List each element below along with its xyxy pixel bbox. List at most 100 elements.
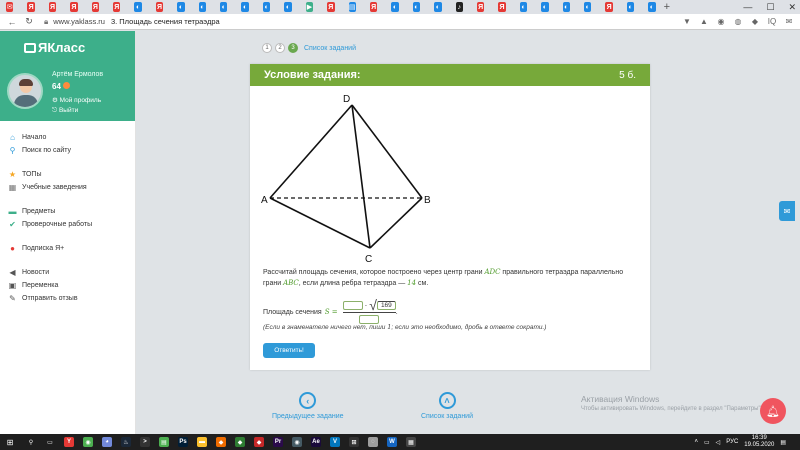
yaklass-icon[interactable]: ◐ xyxy=(412,2,421,12)
calculator-icon[interactable]: ▦ xyxy=(406,437,416,447)
prev-task-nav[interactable]: ‹ Предыдущее задание xyxy=(272,392,344,420)
language-indicator[interactable]: РУС xyxy=(726,439,738,445)
yandex-icon[interactable]: Я xyxy=(113,2,121,12)
yandex-icon[interactable]: Я xyxy=(476,2,485,12)
chevron-up-icon[interactable]: ˄ xyxy=(438,392,456,409)
notifications-icon[interactable]: ▤ xyxy=(780,439,786,446)
yaklass-icon[interactable]: ◐ xyxy=(262,2,271,12)
extension-icon[interactable]: ◍ xyxy=(733,16,743,26)
task-view-icon[interactable]: ▭ xyxy=(45,437,55,447)
notepad-icon[interactable]: ▤ xyxy=(159,437,169,447)
extension-icon[interactable]: IQ xyxy=(767,16,777,26)
step-2[interactable]: 2 xyxy=(275,43,285,53)
steam-icon[interactable]: ♨ xyxy=(121,437,131,447)
app-icon[interactable]: ◉ xyxy=(292,437,302,447)
sidebar-item-10[interactable]: ✎ Отправить отзыв xyxy=(0,292,136,305)
sidebar-item-9[interactable]: ▣ Переменка xyxy=(0,279,136,292)
folder-icon[interactable]: ▬ xyxy=(197,437,207,447)
premiere-icon[interactable]: Pr xyxy=(273,437,283,447)
discord-icon[interactable]: ◕ xyxy=(102,437,112,447)
back-icon[interactable]: ← xyxy=(7,17,17,27)
photoshop-icon[interactable]: Ps xyxy=(178,437,188,447)
yandex-icon[interactable]: Я xyxy=(327,2,335,12)
refresh-icon[interactable]: ↻ xyxy=(24,16,34,27)
sidebar-item-3[interactable]: ★ ТОПы xyxy=(0,168,136,181)
sqrt-input[interactable]: 169 xyxy=(376,300,396,310)
extension-icon[interactable]: ◉ xyxy=(716,16,726,26)
word-icon[interactable]: W xyxy=(387,437,397,447)
yaklass-icon[interactable]: ◐ xyxy=(198,2,207,12)
close-icon[interactable]: ✕ xyxy=(788,2,796,13)
sidebar-item-2[interactable]: ⚲ Поиск по сайту xyxy=(0,144,136,157)
yaklass-icon[interactable]: ▶ xyxy=(305,2,314,12)
yandex-icon[interactable]: Я xyxy=(369,2,378,12)
submit-button[interactable]: Ответить! xyxy=(263,343,315,358)
profile-link[interactable]: ⚙ Мой профиль xyxy=(52,96,101,104)
clock[interactable]: 16:39 19.05.2020 xyxy=(744,435,774,449)
yandex-icon[interactable]: Я xyxy=(155,2,164,12)
yandex-icon[interactable]: Я xyxy=(70,2,78,12)
notification-bell-icon[interactable]: 🔔︎ xyxy=(760,398,786,424)
user-name[interactable]: Артём Ермолов xyxy=(52,71,103,78)
yaklass-icon[interactable]: ◐ xyxy=(541,2,549,12)
yandex-icon[interactable]: Я xyxy=(498,2,506,12)
sidebar-item-4[interactable]: ▦ Учебные заведения xyxy=(0,181,136,194)
extension-icon[interactable]: ✉ xyxy=(784,16,794,26)
feedback-side-tab-icon[interactable]: ✉ xyxy=(779,201,795,221)
maximize-icon[interactable]: ☐ xyxy=(766,2,774,13)
chrome-icon[interactable]: ◉ xyxy=(83,437,93,447)
yaklass-icon[interactable]: ◐ xyxy=(284,2,292,12)
yaklass-icon[interactable]: ◐ xyxy=(562,2,570,12)
avatar[interactable] xyxy=(7,73,43,109)
vscode-icon[interactable]: V xyxy=(330,437,340,447)
logo[interactable]: ЯКласс xyxy=(24,40,85,55)
extension-icon[interactable]: ▼ xyxy=(682,16,692,26)
minimize-icon[interactable]: — xyxy=(743,2,752,12)
after-effects-icon[interactable]: Ae xyxy=(311,437,321,447)
task-list-bottom-link[interactable]: Список заданий xyxy=(421,413,473,420)
app-icon[interactable]: ⊞ xyxy=(349,437,359,447)
task-list-nav[interactable]: ˄ Список заданий xyxy=(421,392,473,420)
yandex-icon[interactable]: Я xyxy=(27,2,35,12)
url-field[interactable]: www.yaklass.ru 3. Площадь сечения тетраэд… xyxy=(53,17,219,26)
yandex-icon[interactable]: Я xyxy=(605,2,613,12)
volume-icon[interactable]: ◁ xyxy=(716,439,721,446)
sidebar-item-1[interactable]: ⌂ Начало xyxy=(0,131,136,144)
lock-icon[interactable]: 🔒︎ xyxy=(44,17,48,27)
task-list-link[interactable]: Список заданий xyxy=(304,45,356,52)
app-icon[interactable]: ◆ xyxy=(216,437,226,447)
sidebar-item-7[interactable]: ● Подписка Я+ xyxy=(0,242,136,255)
yaklass-icon[interactable]: ◐ xyxy=(434,2,442,12)
network-icon[interactable]: ▭ xyxy=(704,439,710,446)
yaklass-icon[interactable]: ◐ xyxy=(648,2,656,12)
app-icon[interactable]: ◆ xyxy=(235,437,245,447)
app-icon[interactable]: ◌ xyxy=(368,437,378,447)
sidebar-item-6[interactable]: ✔ Проверочные работы xyxy=(0,218,136,231)
yaklass-icon[interactable]: ◐ xyxy=(241,2,249,12)
chevron-left-icon[interactable]: ‹ xyxy=(299,392,317,409)
yaklass-icon[interactable]: ◐ xyxy=(626,2,635,12)
coefficient-input[interactable] xyxy=(342,300,363,310)
step-1[interactable]: 1 xyxy=(262,43,272,53)
extension-icon[interactable]: ▲ xyxy=(699,16,709,26)
yaklass-icon[interactable]: ◐ xyxy=(519,2,528,12)
terminal-icon[interactable]: > xyxy=(140,437,150,447)
prev-task-link[interactable]: Предыдущее задание xyxy=(272,413,344,420)
extension-icon[interactable]: ◆ xyxy=(750,16,760,26)
yaklass-icon[interactable]: ◐ xyxy=(391,2,399,12)
mail-icon[interactable]: ✉ xyxy=(6,2,14,12)
search-icon[interactable]: ⚲ xyxy=(26,437,36,447)
step-3[interactable]: 3 xyxy=(288,43,298,53)
yandex-icon[interactable]: Я xyxy=(91,2,100,12)
yaklass-icon[interactable]: ◐ xyxy=(134,2,142,12)
yandex-browser-icon[interactable]: Y xyxy=(64,437,74,447)
yaklass-icon[interactable]: ◐ xyxy=(583,2,592,12)
app-icon[interactable]: ◆ xyxy=(254,437,264,447)
sidebar-item-5[interactable]: ▬ Предметы xyxy=(0,205,136,218)
windows-start-icon[interactable]: ⊞ xyxy=(3,434,17,450)
doc-icon[interactable]: ▤ xyxy=(348,2,356,12)
yaklass-icon[interactable]: ◐ xyxy=(177,2,185,12)
logout-link[interactable]: ⎋ Выйти xyxy=(52,107,78,115)
tray-arrow-icon[interactable]: ˄ xyxy=(694,439,698,445)
sidebar-item-8[interactable]: ◀ Новости xyxy=(0,266,136,279)
